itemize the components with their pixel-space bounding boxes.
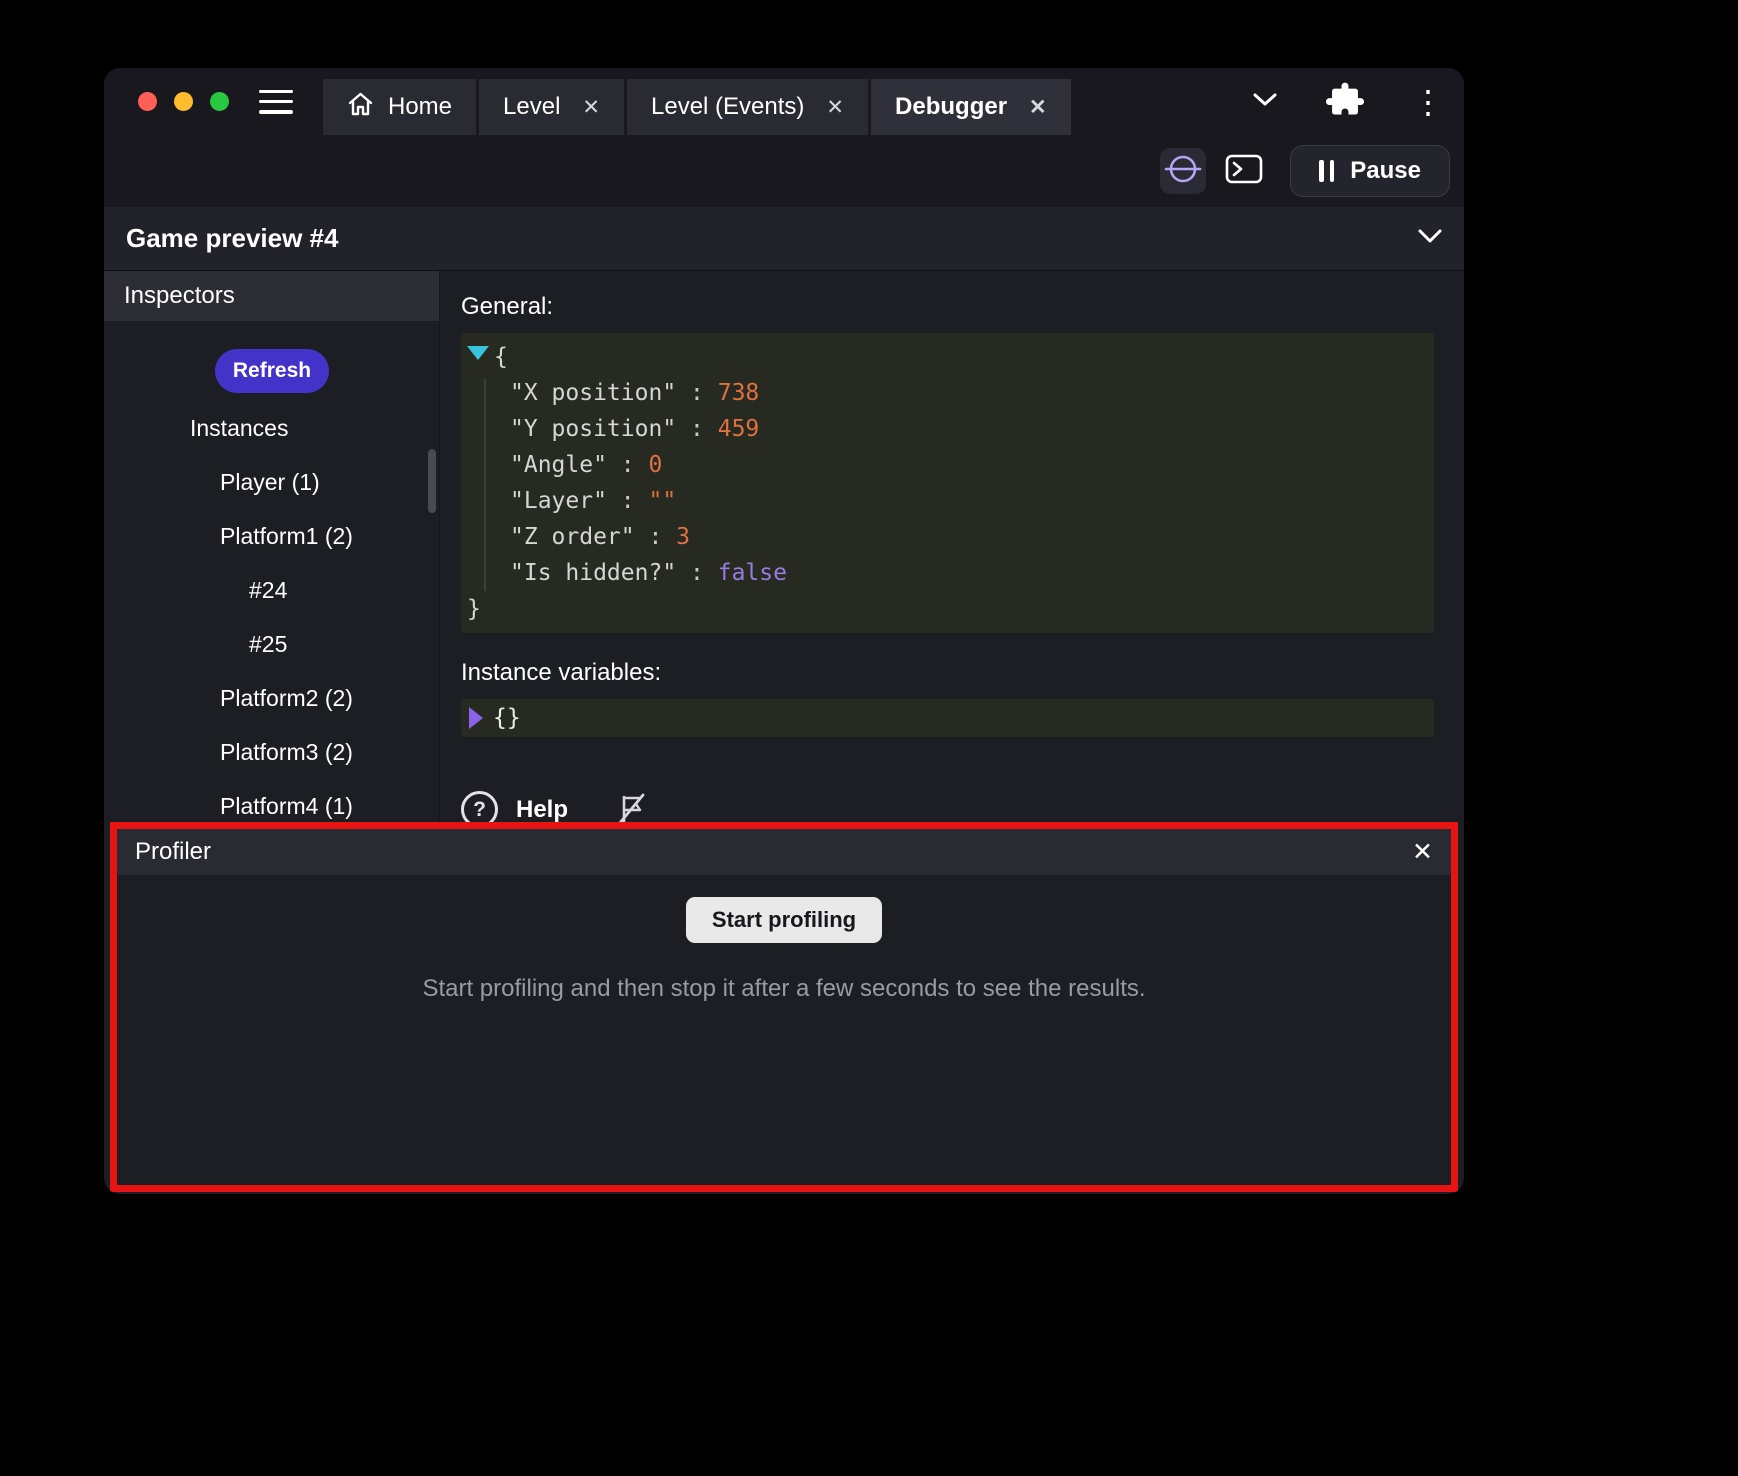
console-button[interactable] bbox=[1222, 151, 1266, 191]
close-icon[interactable]: ✕ bbox=[582, 95, 600, 120]
indent-guide bbox=[484, 379, 486, 591]
game-preview-title: Game preview #4 bbox=[126, 223, 338, 254]
scrollbar[interactable] bbox=[428, 449, 436, 513]
debugger-toolbar: Pause bbox=[104, 135, 1464, 207]
json-entry-is-hidden: "Is hidden?" : false bbox=[461, 555, 1434, 591]
instance-variables-viewer: {} bbox=[461, 699, 1434, 737]
kebab-menu-icon[interactable]: ⋮ bbox=[1412, 86, 1444, 118]
traffic-lights bbox=[104, 92, 259, 111]
debugger-window: Home Level ✕ Level (Events) ✕ Debugger ✕ bbox=[104, 68, 1464, 1194]
start-profiling-button[interactable]: Start profiling bbox=[686, 897, 882, 943]
tab-debugger[interactable]: Debugger ✕ bbox=[871, 79, 1071, 135]
pause-button-label: Pause bbox=[1350, 157, 1421, 185]
instance-variables-label: Instance variables: bbox=[461, 659, 1464, 687]
tab-label: Debugger bbox=[895, 93, 1007, 121]
instances-tree: Instances Player (1) Platform1 (2) #24 #… bbox=[104, 401, 439, 833]
profiler-toggle-button[interactable] bbox=[1160, 148, 1206, 194]
profiler-hint-text: Start profiling and then stop it after a… bbox=[422, 975, 1145, 1003]
tree-item-instance-25[interactable]: #25 bbox=[104, 617, 439, 671]
tab-label: Level bbox=[503, 93, 560, 121]
json-entry-angle: "Angle" : 0 bbox=[461, 447, 1434, 483]
json-open-brace: { bbox=[461, 339, 1434, 375]
help-label[interactable]: Help bbox=[516, 796, 568, 824]
tree-item-platform2[interactable]: Platform2 (2) bbox=[104, 671, 439, 725]
tree-item-player[interactable]: Player (1) bbox=[104, 455, 439, 509]
extension-puzzle-icon[interactable] bbox=[1326, 80, 1364, 123]
chevron-down-icon[interactable] bbox=[1418, 229, 1442, 248]
general-json-viewer: { "X position" : 738 "Y position" : 459 … bbox=[461, 333, 1434, 633]
json-entry-layer: "Layer" : "" bbox=[461, 483, 1434, 519]
tab-level[interactable]: Level ✕ bbox=[479, 79, 624, 135]
close-icon[interactable]: ✕ bbox=[826, 95, 844, 120]
close-icon[interactable]: ✕ bbox=[1412, 837, 1433, 867]
json-entry-x-position: "X position" : 738 bbox=[461, 375, 1434, 411]
pause-icon bbox=[1319, 160, 1334, 182]
refresh-button[interactable]: Refresh bbox=[215, 349, 329, 393]
profiler-header: Profiler ✕ bbox=[117, 829, 1451, 875]
tab-bar: Home Level ✕ Level (Events) ✕ Debugger ✕ bbox=[323, 79, 1071, 135]
expander-triangle-right-icon[interactable] bbox=[469, 707, 483, 729]
tree-item-instances[interactable]: Instances bbox=[104, 401, 439, 455]
general-section-label: General: bbox=[461, 293, 1464, 321]
inspectors-header: Inspectors bbox=[104, 271, 439, 321]
chevron-down-icon[interactable] bbox=[1252, 91, 1278, 112]
variables-collapsed-value: {} bbox=[493, 705, 521, 731]
close-window-button[interactable] bbox=[138, 92, 157, 111]
tab-label: Level (Events) bbox=[651, 93, 804, 121]
hamburger-menu-icon[interactable] bbox=[259, 90, 293, 114]
tree-item-platform1[interactable]: Platform1 (2) bbox=[104, 509, 439, 563]
tab-label: Home bbox=[388, 93, 452, 121]
profiler-panel: Profiler ✕ Start profiling Start profili… bbox=[110, 822, 1458, 1192]
tab-level-events[interactable]: Level (Events) ✕ bbox=[627, 79, 868, 135]
game-preview-header[interactable]: Game preview #4 bbox=[104, 207, 1464, 271]
json-entry-z-order: "Z order" : 3 bbox=[461, 519, 1434, 555]
tree-item-instance-24[interactable]: #24 bbox=[104, 563, 439, 617]
titlebar: Home Level ✕ Level (Events) ✕ Debugger ✕ bbox=[104, 68, 1464, 135]
zoom-window-button[interactable] bbox=[210, 92, 229, 111]
minimize-window-button[interactable] bbox=[174, 92, 193, 111]
profiler-body: Start profiling Start profiling and then… bbox=[117, 875, 1451, 1003]
json-entry-y-position: "Y position" : 459 bbox=[461, 411, 1434, 447]
tree-item-platform3[interactable]: Platform3 (2) bbox=[104, 725, 439, 779]
expander-triangle-down-icon[interactable] bbox=[467, 346, 489, 360]
speedometer-icon bbox=[1163, 149, 1203, 194]
titlebar-actions: ⋮ bbox=[1252, 68, 1444, 135]
profiler-title: Profiler bbox=[135, 838, 211, 866]
json-close-brace: } bbox=[461, 591, 1434, 627]
console-icon bbox=[1225, 153, 1263, 190]
home-icon bbox=[347, 91, 374, 124]
pause-button[interactable]: Pause bbox=[1290, 145, 1450, 197]
tab-home[interactable]: Home bbox=[323, 79, 476, 135]
close-icon[interactable]: ✕ bbox=[1029, 95, 1047, 120]
